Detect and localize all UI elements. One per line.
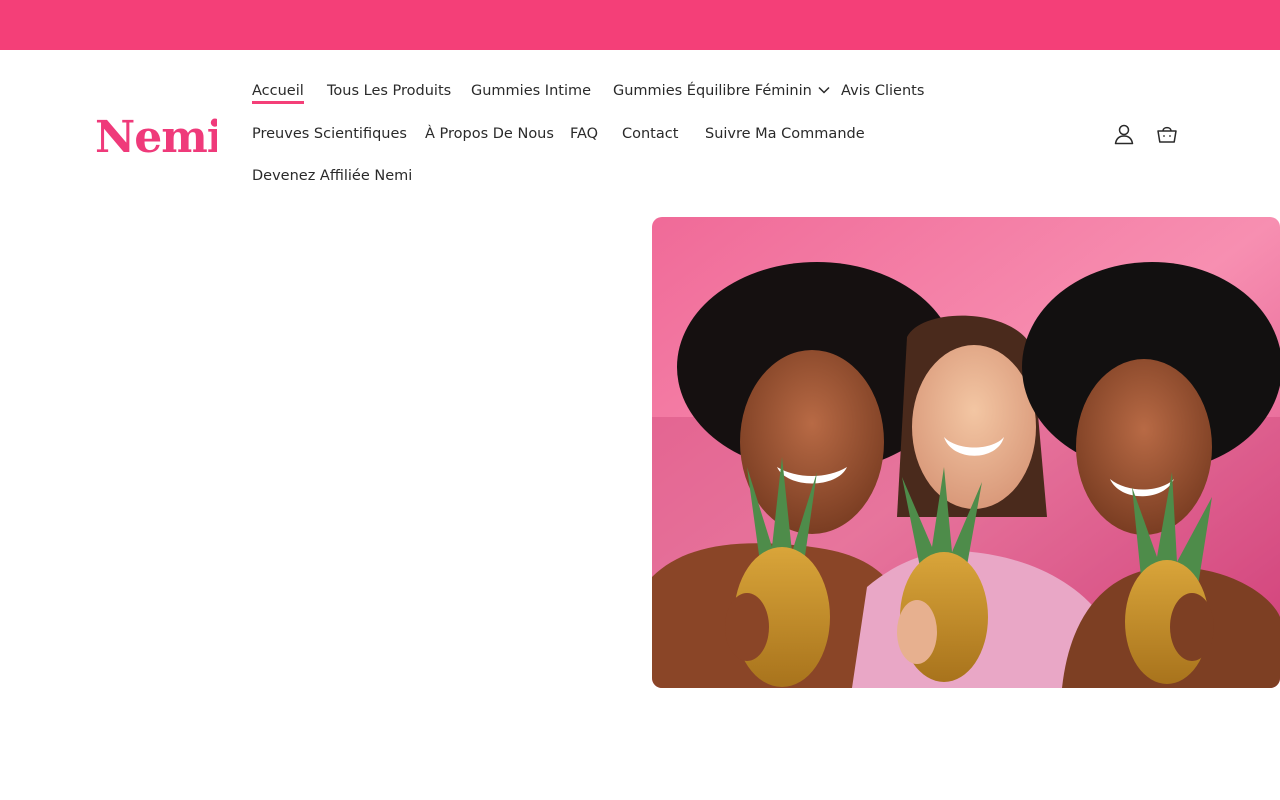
nav-item-avis-clients[interactable]: Avis Clients xyxy=(841,82,924,100)
women-with-pineapples-photo xyxy=(652,217,1280,688)
announcement-bar xyxy=(0,0,1280,50)
nav-item-gummies-equilibre-feminin[interactable]: Gummies Équilibre Féminin xyxy=(613,82,830,100)
nav-item-label: Gummies Équilibre Féminin xyxy=(613,83,812,99)
nav-item-suivre-ma-commande[interactable]: Suivre Ma Commande xyxy=(705,125,865,143)
basket-icon[interactable] xyxy=(1155,122,1179,146)
svg-text:Nemi: Nemi xyxy=(95,112,217,158)
nav-item-devenez-affiliee[interactable]: Devenez Affiliée Nemi xyxy=(252,167,412,185)
nav-item-accueil[interactable]: Accueil xyxy=(252,82,304,104)
nav-item-a-propos[interactable]: À Propos De Nous xyxy=(425,125,554,143)
hero-image xyxy=(652,217,1280,688)
brand-logo[interactable]: Nemi xyxy=(95,112,217,158)
chevron-down-icon xyxy=(818,86,830,94)
nav-item-preuves-scientifiques[interactable]: Preuves Scientifiques xyxy=(252,125,407,143)
user-icon[interactable] xyxy=(1112,122,1136,146)
nav-item-faq[interactable]: FAQ xyxy=(570,125,598,143)
nav-item-contact[interactable]: Contact xyxy=(622,125,678,143)
nav-item-gummies-intime[interactable]: Gummies Intime xyxy=(471,82,591,100)
nav-item-tous-les-produits[interactable]: Tous Les Produits xyxy=(327,82,451,100)
